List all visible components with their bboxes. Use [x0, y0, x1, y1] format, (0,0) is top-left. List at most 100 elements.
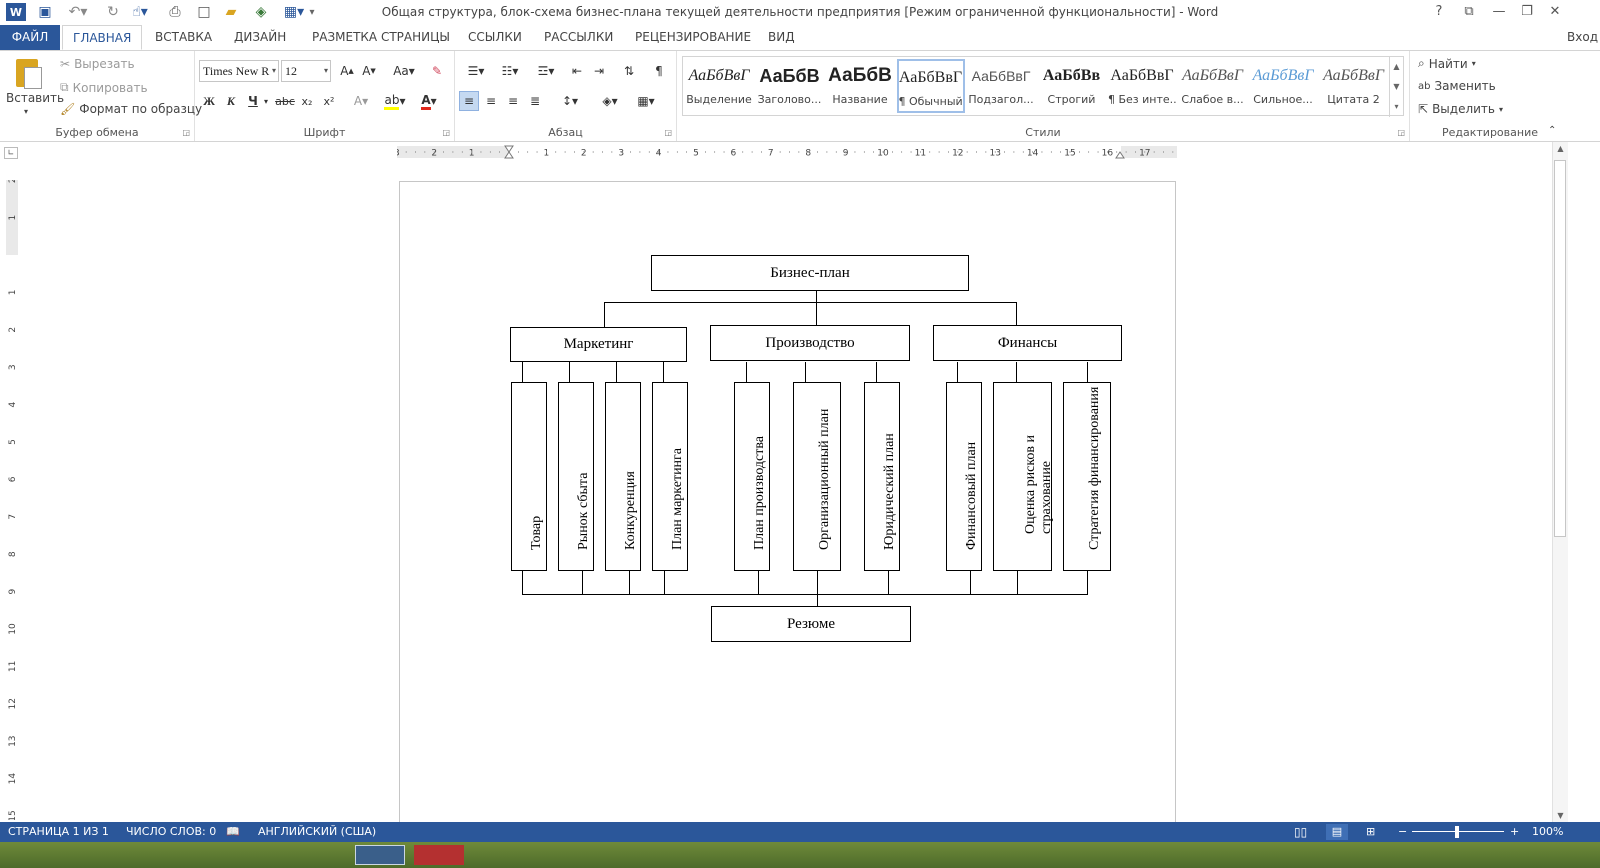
align-right-icon[interactable]: ≡ [503, 91, 523, 111]
style-item[interactable]: АаБбВвГ Выделение [685, 59, 753, 113]
tab-home[interactable]: ГЛАВНАЯ [62, 25, 143, 50]
taskbar-app-button[interactable] [414, 845, 464, 865]
sort-icon[interactable]: ⇅ [619, 61, 639, 81]
line-spacing-icon[interactable]: ↕▾ [555, 91, 585, 111]
tab-review[interactable]: РЕЦЕНЗИРОВАНИЕ [625, 25, 761, 50]
tab-file[interactable]: ФАЙЛ [0, 25, 60, 50]
strikethrough-button[interactable]: abc [275, 91, 295, 111]
subscript-icon[interactable]: x₂ [297, 91, 317, 111]
clipboard-launcher-icon[interactable]: ◲ [182, 128, 190, 137]
copy-button[interactable]: ⧉ Копировать [60, 80, 148, 95]
tab-insert[interactable]: ВСТАВКА [145, 25, 222, 50]
style-item[interactable]: АаБбВвГ ¶ Обычный [896, 59, 965, 113]
gallery-more-icon[interactable]: ▾ [1389, 97, 1403, 117]
replace-icon: ab [1418, 80, 1431, 92]
font-color-icon[interactable]: A ▾ [415, 91, 443, 111]
font-group-label: Шрифт [303, 126, 346, 139]
shading-icon[interactable]: ◈▾ [595, 91, 625, 111]
format-painter-label: Формат по образцу [79, 102, 203, 116]
style-item[interactable]: АаБбВв Строгий [1038, 59, 1106, 113]
sign-in-link[interactable]: Вход [1567, 25, 1598, 50]
show-marks-button[interactable]: ¶ [649, 61, 669, 81]
competition-label: Конкуренция [623, 471, 638, 550]
tab-design[interactable]: ДИЗАЙН [224, 25, 296, 50]
grow-font-icon[interactable]: A ▲ [337, 61, 357, 81]
scrollbar-thumb[interactable] [1554, 160, 1566, 537]
production-plan-label: План производства [752, 435, 767, 550]
cut-button[interactable]: ✂ Вырезать [60, 57, 135, 71]
scroll-up-icon[interactable]: ▲ [1553, 144, 1568, 153]
borders-icon[interactable]: ▦▾ [631, 91, 661, 111]
bullets-icon[interactable]: ☰▾ [461, 61, 491, 81]
select-button[interactable]: ⇱ Выделить ▾ [1418, 102, 1503, 116]
taskbar-app-button[interactable] [355, 845, 405, 865]
gallery-scroll-up-icon[interactable]: ▲ [1389, 57, 1403, 77]
zoom-level[interactable]: 100% [1532, 822, 1563, 842]
tab-selector-icon[interactable]: ∟ [4, 147, 18, 159]
style-item[interactable]: АаБбВвГ Подзагол... [967, 59, 1035, 113]
superscript-icon[interactable]: x² [319, 91, 339, 111]
justify-icon[interactable]: ≣ [525, 91, 545, 111]
zoom-in-icon[interactable]: + [1510, 822, 1519, 842]
paste-icon[interactable] [12, 57, 44, 91]
multilevel-list-icon[interactable]: ☲▾ [531, 61, 561, 81]
proofing-icon[interactable]: 📖 [226, 822, 240, 842]
ribbon-display-options-button[interactable]: ⧉ [1456, 2, 1482, 22]
font-name-combo[interactable]: Times New R ▾ [199, 60, 279, 82]
gallery-scroll-down-icon[interactable]: ▼ [1389, 77, 1403, 97]
increase-indent-icon[interactable]: ⇥ [589, 61, 609, 81]
zoom-out-icon[interactable]: − [1398, 822, 1407, 842]
style-item[interactable]: АаБбВвГ Сильное... [1249, 59, 1317, 113]
vertical-ruler[interactable]: 21123456789101112131415 [4, 180, 20, 820]
document-page[interactable]: Бизнес-план Маркетинг Производство Финан… [399, 181, 1176, 841]
styles-launcher-icon[interactable]: ◲ [1397, 128, 1405, 137]
underline-button[interactable]: Ч [243, 91, 263, 111]
align-center-icon[interactable]: ≡ [481, 91, 501, 111]
numbering-icon[interactable]: ☷▾ [495, 61, 525, 81]
align-left-icon[interactable]: ≡ [459, 91, 479, 111]
italic-button[interactable]: К [221, 91, 241, 111]
decrease-indent-icon[interactable]: ⇤ [567, 61, 587, 81]
print-layout-icon[interactable]: ▤ [1326, 824, 1348, 840]
font-launcher-icon[interactable]: ◲ [442, 128, 450, 137]
shrink-font-icon[interactable]: A ▼ [359, 61, 379, 81]
paste-dropdown-icon[interactable]: ▾ [24, 107, 28, 116]
style-name: Цитата 2 [1327, 93, 1380, 106]
word-count[interactable]: ЧИСЛО СЛОВ: 0 [126, 822, 216, 842]
tab-view[interactable]: ВИД [758, 25, 805, 50]
zoom-slider-thumb[interactable] [1455, 826, 1459, 838]
tab-mailings[interactable]: РАССЫЛКИ [534, 25, 623, 50]
paragraph-launcher-icon[interactable]: ◲ [664, 128, 672, 137]
format-painter-button[interactable]: 🖌 Формат по образцу [60, 102, 202, 116]
font-size-combo[interactable]: 12 ▾ [281, 60, 331, 82]
style-preview: АаБбВв [1042, 67, 1101, 84]
style-item[interactable]: АаБбВ Заголово... [756, 59, 824, 113]
paste-button[interactable]: Вставить [6, 91, 64, 105]
collapse-ribbon-icon[interactable]: ⌃ [1548, 125, 1556, 136]
close-button[interactable]: ✕ [1542, 2, 1568, 22]
underline-dropdown-icon[interactable]: ▾ [261, 91, 271, 111]
tab-layout[interactable]: РАЗМЕТКА СТРАНИЦЫ [302, 25, 460, 50]
language-indicator[interactable]: АНГЛИЙСКИЙ (США) [258, 822, 376, 842]
clear-formatting-icon[interactable]: ✎ [427, 61, 447, 81]
help-button[interactable]: ? [1426, 2, 1452, 22]
read-mode-icon[interactable]: ▯▯ [1294, 822, 1307, 842]
web-layout-icon[interactable]: ⊞ [1366, 822, 1375, 842]
minimize-button[interactable]: — [1486, 2, 1512, 22]
style-item[interactable]: АаБбВ Название [826, 59, 894, 113]
ruler-tick-label: 5 [8, 439, 18, 445]
scroll-down-icon[interactable]: ▼ [1553, 811, 1568, 820]
find-button[interactable]: ⌕ Найти ▾ [1418, 56, 1476, 71]
bold-button[interactable]: Ж [199, 91, 219, 111]
style-item[interactable]: АаБбВвГ Цитата 2 [1320, 59, 1388, 113]
style-item[interactable]: АаБбВвГ ¶ Без инте... [1108, 59, 1176, 113]
change-case-icon[interactable]: Aa▾ [389, 61, 419, 81]
restore-button[interactable]: ❐ [1514, 2, 1540, 22]
replace-button[interactable]: ab Заменить [1418, 79, 1496, 93]
text-effects-icon[interactable]: A▾ [347, 91, 375, 111]
page-count[interactable]: СТРАНИЦА 1 ИЗ 1 [8, 822, 109, 842]
horizontal-ruler[interactable]: 3211234567891011121314151617 [397, 144, 1177, 160]
highlight-color-icon[interactable]: ab ▾ [381, 91, 409, 111]
style-item[interactable]: АаБбВвГ Слабое в... [1179, 59, 1247, 113]
tab-references[interactable]: ССЫЛКИ [458, 25, 532, 50]
